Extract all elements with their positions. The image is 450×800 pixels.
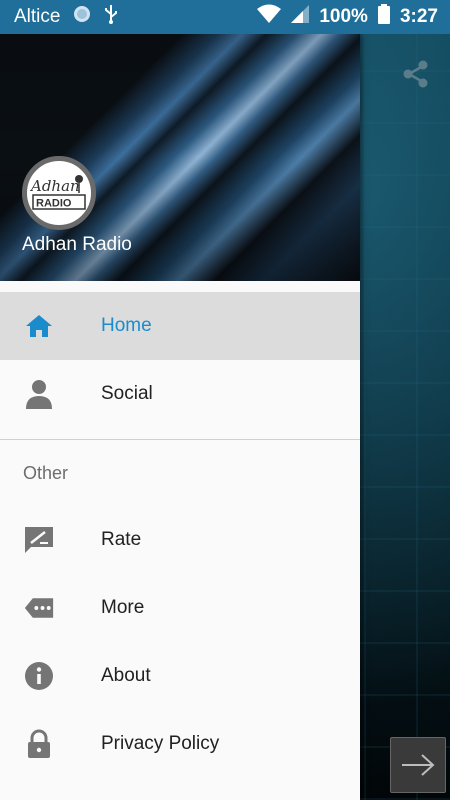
home-icon	[24, 311, 54, 341]
menu-item-home[interactable]: Home	[0, 292, 360, 360]
menu-item-rate[interactable]: Rate	[0, 506, 360, 574]
section-header-other: Other	[23, 462, 69, 483]
more-tag-icon	[24, 593, 54, 623]
navigation-drawer: Adhan RADIO Adhan Radio Home Social Othe…	[0, 34, 360, 800]
arrow-right-icon	[402, 754, 435, 776]
menu-item-more[interactable]: More	[0, 574, 360, 642]
clock: 3:27	[399, 6, 438, 27]
info-icon	[24, 661, 54, 691]
menu-item-label: Privacy Policy	[101, 733, 220, 754]
drawer-app-title: Adhan Radio	[22, 234, 132, 255]
drawer-menu: Home Social Other Rate More About Privac…	[0, 292, 360, 778]
drawer-header: Adhan RADIO Adhan Radio	[0, 34, 360, 281]
app-logo: Adhan RADIO	[22, 156, 96, 230]
menu-item-label: About	[101, 665, 151, 686]
signal-icon	[291, 5, 310, 29]
lock-icon	[24, 729, 54, 759]
menu-item-about[interactable]: About	[0, 642, 360, 710]
rate-review-icon	[24, 525, 54, 555]
menu-item-label: Social	[101, 383, 153, 404]
menu-item-privacy-policy[interactable]: Privacy Policy	[0, 710, 360, 778]
carrier-name: Altice	[14, 6, 61, 27]
wifi-icon	[257, 4, 282, 30]
svg-text:RADIO: RADIO	[36, 198, 72, 210]
menu-item-label: Rate	[101, 529, 142, 550]
menu-item-label: More	[101, 597, 145, 618]
svg-text:Adhan: Adhan	[29, 177, 80, 195]
battery-icon	[377, 4, 390, 30]
sync-icon	[72, 4, 92, 30]
status-bar: Altice 100% 3:27	[0, 0, 450, 34]
person-icon	[24, 379, 54, 409]
share-icon[interactable]	[400, 58, 432, 90]
menu-item-social[interactable]: Social	[0, 360, 360, 428]
menu-item-label: Home	[101, 315, 152, 336]
next-arrow-button[interactable]	[390, 737, 446, 793]
usb-icon	[104, 4, 118, 30]
battery-percent: 100%	[319, 6, 368, 27]
